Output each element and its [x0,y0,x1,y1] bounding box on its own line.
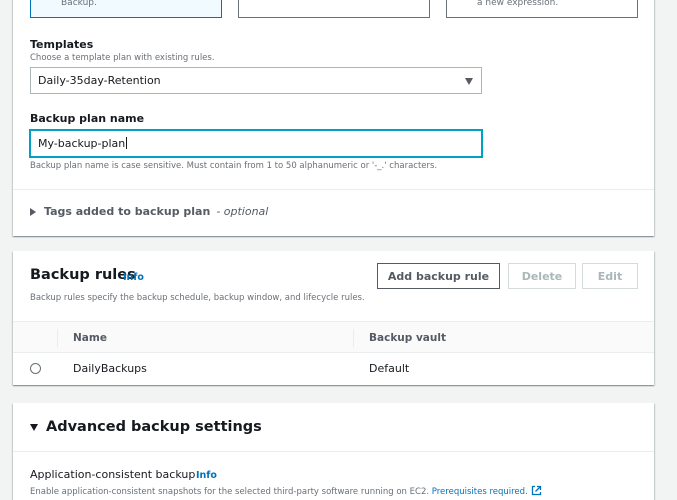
edit-button[interactable]: Edit [582,263,638,289]
plan-name-input[interactable]: My-backup-plan [30,130,482,157]
add-backup-rule-button[interactable]: Add backup rule [377,263,500,289]
templates-description: Choose a template plan with existing rul… [30,53,215,63]
prerequisites-link[interactable]: Prerequisites required. [432,487,528,497]
advanced-settings-expander[interactable]: Advanced backup settings [30,419,262,435]
app-consistent-description: Enable application-consistent snapshots … [30,485,542,499]
column-separator [353,329,354,347]
tags-expander[interactable]: Tags added to backup plan - optional [30,205,268,218]
external-link-icon[interactable] [531,485,542,499]
row-name: DailyBackups [73,362,147,375]
app-consistent-label: Application-consistent backup [30,468,196,481]
tags-label: Tags added to backup plan [44,205,211,218]
option-tile-build[interactable] [238,0,430,18]
divider [13,451,654,452]
caret-down-icon [465,78,473,85]
row-vault: Default [369,362,410,375]
column-separator [57,329,58,347]
backup-rules-title: Backup rules [30,267,136,283]
templates-label: Templates [30,38,94,51]
divider [13,189,654,190]
column-header-name[interactable]: Name [73,332,107,344]
backup-rules-description: Backup rules specify the backup schedule… [30,293,365,303]
templates-select[interactable]: Daily-35day-Retention [30,67,482,94]
plan-options-panel: Backup. a new expression. Templates Choo… [13,0,654,236]
column-header-vault[interactable]: Backup vault [369,332,446,344]
backup-rules-info-link[interactable]: Info [123,272,144,283]
option-tile-template-text: Backup. [61,0,97,8]
text-cursor [126,137,128,149]
templates-select-value: Daily-35day-Retention [38,74,161,87]
backup-rules-panel: Backup rules Info Backup rules specify t… [13,251,654,385]
option-tile-json[interactable]: a new expression. [446,0,638,18]
app-consistent-info-link[interactable]: Info [196,470,217,481]
option-tile-json-text: a new expression. [477,0,559,8]
table-header: Name Backup vault [13,321,654,353]
plan-name-hint: Backup plan name is case sensitive. Must… [30,161,438,171]
advanced-settings-panel: Advanced backup settings Application-con… [13,403,654,500]
plan-name-label: Backup plan name [30,112,145,125]
delete-button[interactable]: Delete [508,263,576,289]
plan-name-value: My-backup-plan [38,137,128,150]
tags-optional: - optional [216,205,269,218]
row-select-radio[interactable] [30,363,41,374]
caret-down-icon [30,423,38,431]
option-tile-template[interactable]: Backup. [30,0,222,18]
caret-right-icon [30,207,36,216]
advanced-settings-title: Advanced backup settings [46,419,262,435]
